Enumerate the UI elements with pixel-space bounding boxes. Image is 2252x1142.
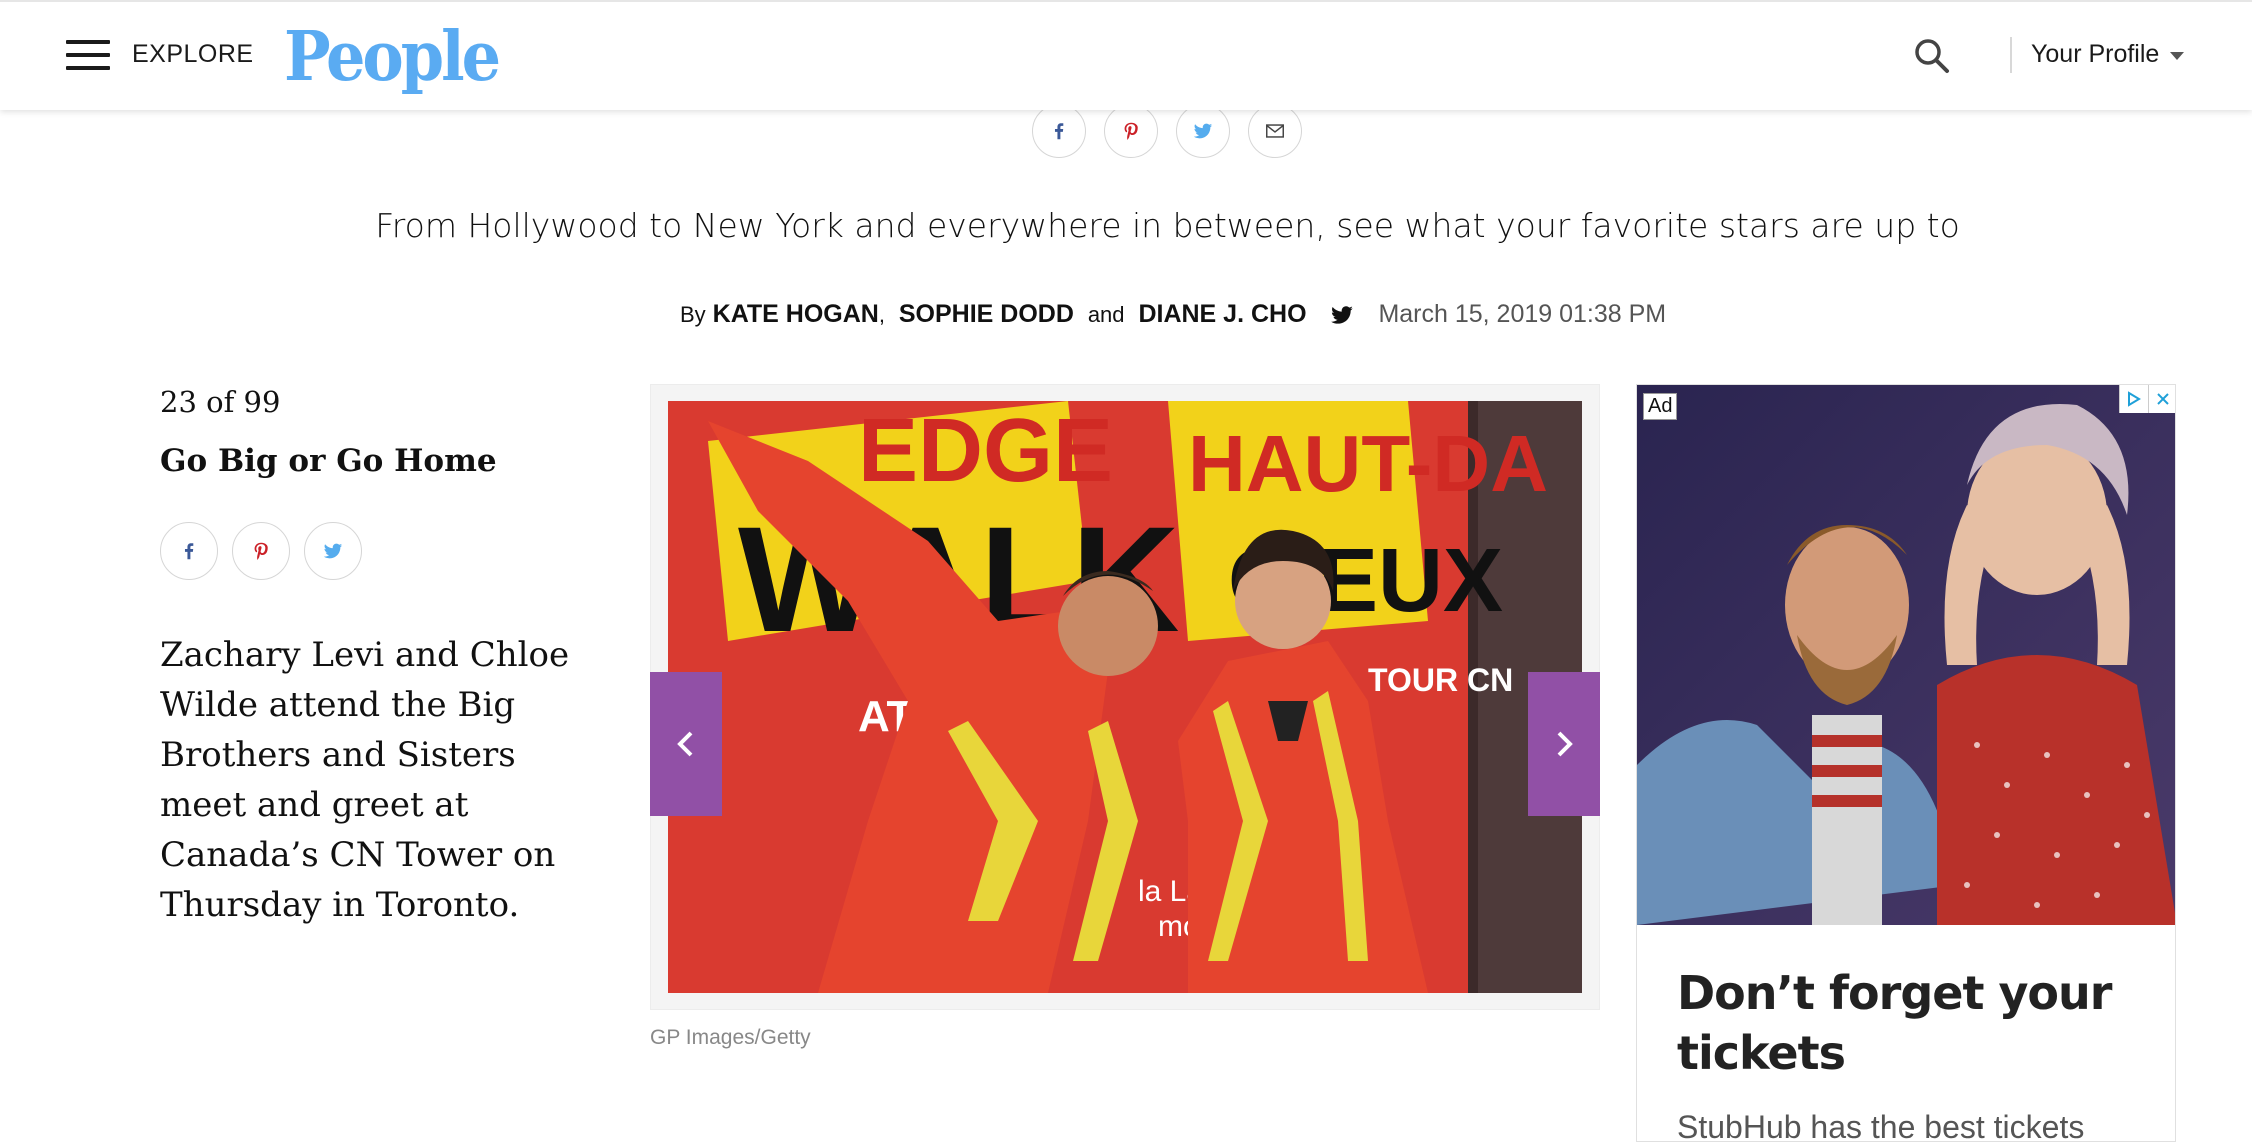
share-email-button[interactable] <box>1248 104 1302 158</box>
publish-date: March 15, 2019 01:38 PM <box>1378 300 1667 328</box>
ad-image[interactable]: Ad <box>1637 385 2175 925</box>
share-facebook-button[interactable] <box>1032 104 1086 158</box>
twitter-icon[interactable] <box>1327 302 1357 328</box>
byline-comma: , <box>878 302 885 327</box>
ad-choices <box>2119 385 2175 413</box>
slide-title: Go Big or Go Home <box>160 443 497 479</box>
explore-link[interactable]: EXPLORE <box>132 40 254 69</box>
byline: By KATE HOGAN, SOPHIE DODD and DIANE J. … <box>680 300 1666 329</box>
author-link[interactable]: KATE HOGAN <box>713 300 879 328</box>
email-icon <box>1266 124 1284 138</box>
chevron-right-icon <box>1557 731 1573 757</box>
facebook-icon <box>1054 123 1064 140</box>
share-twitter-button[interactable] <box>1176 104 1230 158</box>
chevron-left-icon <box>677 731 693 757</box>
gallery-photo: EDGE WALK AT THE C HAUT-DA CIEUX TOUR CN… <box>668 401 1582 993</box>
slide-share-pinterest-button[interactable] <box>232 522 290 580</box>
facebook-icon <box>184 543 194 560</box>
sign-text: EDGE <box>858 401 1113 501</box>
ad-headline[interactable]: Don’t forget your tickets <box>1677 963 2137 1083</box>
slide-counter: 23 of 99 <box>160 385 281 419</box>
your-profile-menu[interactable]: Your Profile <box>2031 40 2159 69</box>
pinterest-icon <box>254 542 268 560</box>
share-pinterest-button[interactable] <box>1104 104 1158 158</box>
people-logo[interactable]: People <box>284 16 501 96</box>
sign-text: TOUR CN <box>1368 662 1513 698</box>
ad-subtext[interactable]: StubHub has the best tickets <box>1677 1109 2084 1141</box>
stubhub-ad[interactable]: Ad Don’t forget your tickets StubHub has… <box>1636 384 2176 1142</box>
slide-caption: Zachary Levi and Chloe Wilde attend the … <box>160 635 570 925</box>
gallery-photo-illustration: EDGE WALK AT THE C HAUT-DA CIEUX TOUR CN… <box>668 401 1582 993</box>
author-link[interactable]: SOPHIE DODD <box>899 300 1074 328</box>
sign-text: HAUT-DA <box>1188 419 1548 508</box>
slide-share-twitter-button[interactable] <box>304 522 362 580</box>
adchoices-icon[interactable] <box>2119 385 2148 413</box>
ad-label: Ad <box>1643 393 1678 420</box>
ad-photo-illustration <box>1637 385 2175 925</box>
author-link[interactable]: DIANE J. CHO <box>1138 300 1306 328</box>
article-dek: From Hollywood to New York and everywher… <box>375 206 1960 245</box>
twitter-icon <box>323 543 343 559</box>
hamburger-menu-icon[interactable] <box>66 40 110 70</box>
top-navigation-bar: EXPLORE People Your Profile <box>0 0 2252 110</box>
gallery-prev-button[interactable] <box>650 672 722 816</box>
slide-share-facebook-button[interactable] <box>160 522 218 580</box>
byline-by: By <box>680 302 706 327</box>
header-divider <box>2010 37 2012 73</box>
photo-credit: GP Images/Getty <box>650 1026 811 1049</box>
byline-and: and <box>1087 302 1125 327</box>
close-icon[interactable] <box>2148 385 2175 413</box>
gallery-next-button[interactable] <box>1528 672 1600 816</box>
chevron-down-icon[interactable] <box>2170 52 2184 60</box>
pinterest-icon <box>1124 122 1138 140</box>
search-icon[interactable] <box>1912 36 1952 76</box>
twitter-icon <box>1193 123 1213 139</box>
